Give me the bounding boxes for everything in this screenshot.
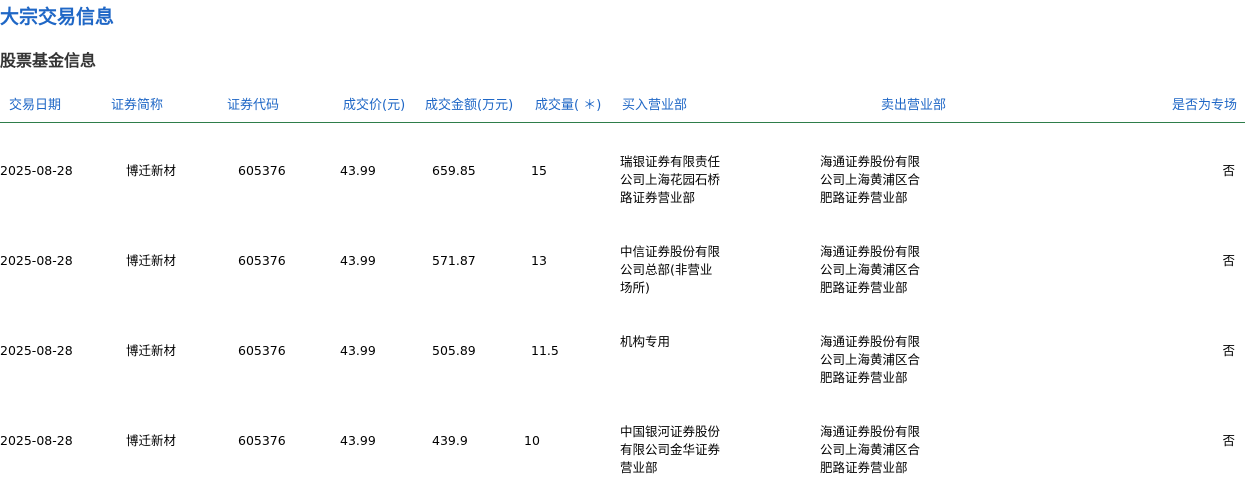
cell-seller: 海通证券股份有限公司上海黄浦区合肥路证券营业部 [820,334,921,385]
cell-price: 43.99 [340,253,376,268]
cell-security-code: 605376 [238,343,286,358]
table-row: 2025-08-28 博迁新材 605376 43.99 505.89 11.5… [0,324,1245,414]
cell-seller: 海通证券股份有限公司上海黄浦区合肥路证券营业部 [820,154,921,205]
cell-volume: 15 [531,163,547,178]
cell-trade-date: 2025-08-28 [0,433,73,448]
cell-price: 43.99 [340,163,376,178]
cell-buyer: 中国银河证券股份有限公司金华证券营业部 [620,424,721,475]
cell-security-code: 605376 [238,163,286,178]
page-title: 大宗交易信息 [0,6,115,28]
cell-security-name: 博迁新材 [126,163,177,178]
cell-trade-date: 2025-08-28 [0,343,73,358]
cell-amount: 505.89 [432,343,476,358]
cell-amount: 571.87 [432,253,476,268]
cell-amount: 439.9 [432,433,468,448]
table-row: 2025-08-28 博迁新材 605376 43.99 571.87 13 中… [0,234,1245,324]
cell-volume: 10 [524,433,540,448]
cell-volume: 13 [531,253,547,268]
cell-price: 43.99 [340,343,376,358]
block-trade-page: 大宗交易信息 股票基金信息 交易日期 证券简称 证券代码 成交价(元) 成交金额… [0,0,1245,484]
cell-trade-date: 2025-08-28 [0,163,73,178]
cell-trade-date: 2025-08-28 [0,253,73,268]
cell-security-code: 605376 [238,253,286,268]
cell-special: 否 [1222,343,1235,358]
cell-buyer: 瑞银证券有限责任公司上海花园石桥路证券营业部 [620,154,721,205]
header-seller[interactable]: 卖出营业部 [881,96,946,116]
cell-buyer: 机构专用 [620,334,671,349]
header-special[interactable]: 是否为专场 [1172,96,1237,116]
cell-security-name: 博迁新材 [126,253,177,268]
cell-price: 43.99 [340,433,376,448]
cell-special: 否 [1222,433,1235,448]
header-security-name[interactable]: 证券简称 [111,96,163,116]
table-header: 交易日期 证券简称 证券代码 成交价(元) 成交金额(万元) 成交量( ＊) 买… [0,94,1245,123]
header-buyer[interactable]: 买入营业部 [622,96,687,116]
cell-security-name: 博迁新材 [126,433,177,448]
header-amount[interactable]: 成交金额(万元) [425,96,513,116]
cell-special: 否 [1222,163,1235,178]
cell-seller: 海通证券股份有限公司上海黄浦区合肥路证券营业部 [820,424,921,475]
cell-volume: 11.5 [531,343,559,358]
header-volume[interactable]: 成交量( ＊) [535,96,601,116]
header-trade-date[interactable]: 交易日期 [9,96,61,116]
table-row: 2025-08-28 博迁新材 605376 43.99 659.85 15 瑞… [0,144,1245,234]
table-row: 2025-08-28 博迁新材 605376 43.99 439.9 10 中国… [0,414,1245,484]
header-price[interactable]: 成交价(元) [343,96,405,116]
cell-amount: 659.85 [432,163,476,178]
cell-security-name: 博迁新材 [126,343,177,358]
section-title: 股票基金信息 [0,51,97,70]
cell-seller: 海通证券股份有限公司上海黄浦区合肥路证券营业部 [820,244,921,295]
cell-security-code: 605376 [238,433,286,448]
cell-special: 否 [1222,253,1235,268]
header-security-code[interactable]: 证券代码 [227,96,279,116]
cell-buyer: 中信证券股份有限公司总部(非营业场所) [620,244,721,295]
